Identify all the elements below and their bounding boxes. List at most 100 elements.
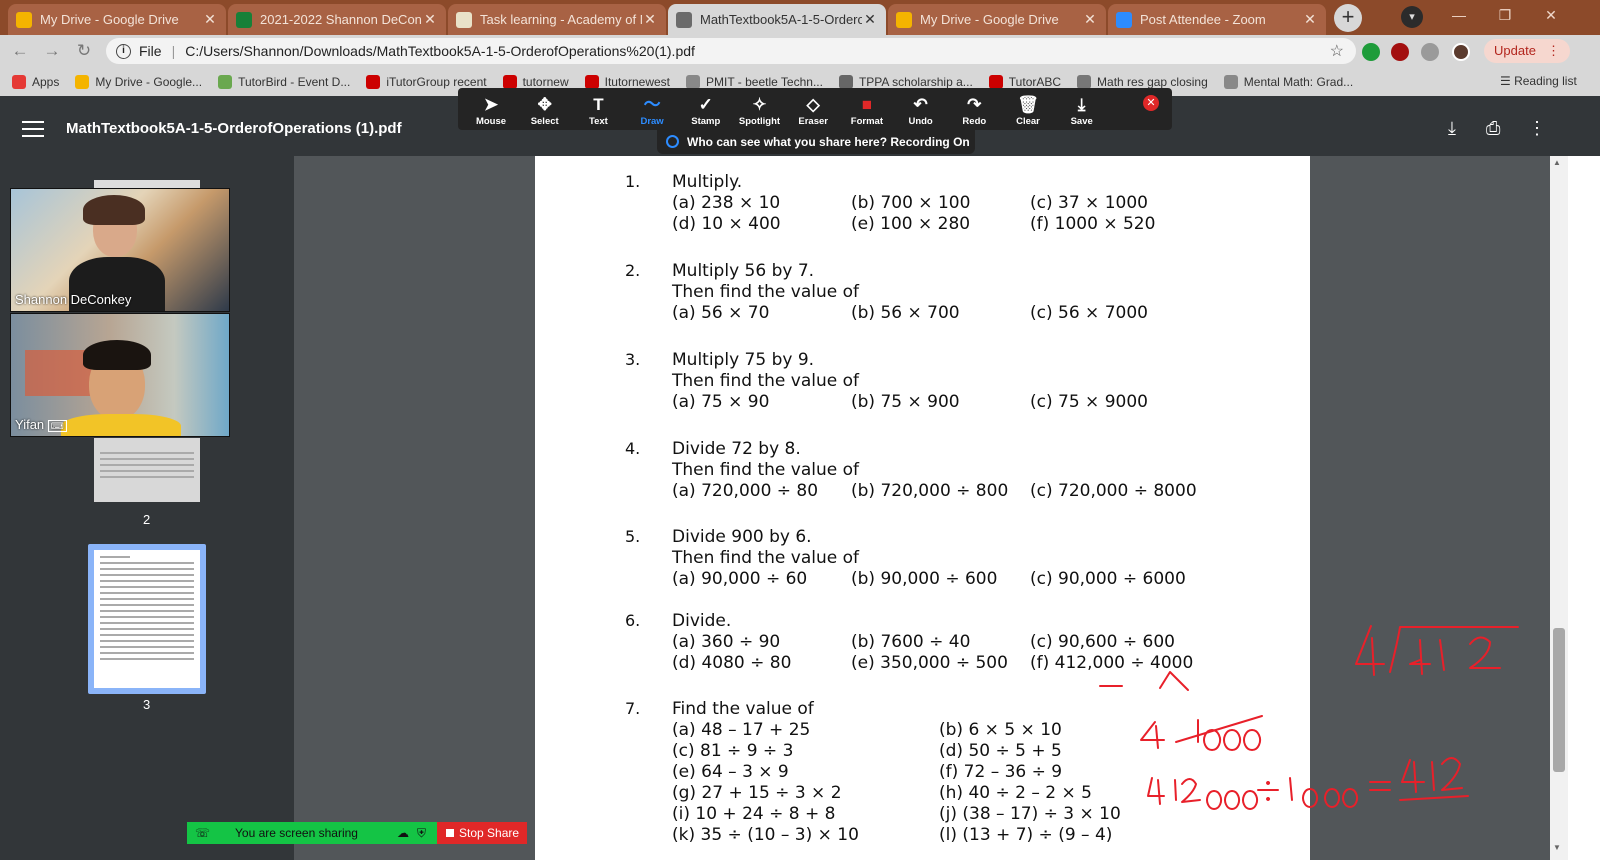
- annotation-tool-clear[interactable]: 🗑 Clear: [1001, 95, 1055, 127]
- problem-item: (c) 81 ÷ 9 ÷ 3: [672, 741, 794, 761]
- annotation-tool-stamp[interactable]: ✓ Stamp: [679, 95, 733, 127]
- bookmark-item[interactable]: Math res gap closing: [1077, 74, 1208, 89]
- tab-close-icon[interactable]: ✕: [1082, 11, 1098, 28]
- annotation-tool-spotlight[interactable]: ✧ Spotlight: [733, 95, 787, 127]
- page-thumbnail-2[interactable]: [94, 438, 200, 502]
- tab-close-icon[interactable]: ✕: [1302, 11, 1318, 28]
- forward-icon[interactable]: →: [40, 41, 64, 61]
- annotation-tool-label: Eraser: [798, 116, 828, 127]
- problem-number: 5.: [625, 527, 641, 546]
- problem-item: (b) 56 × 700: [851, 303, 960, 323]
- bookmark-item[interactable]: Mental Math: Grad...: [1223, 74, 1353, 89]
- bookmark-item[interactable]: My Drive - Google...: [75, 74, 203, 89]
- more-options-icon[interactable]: ⋮: [1528, 118, 1546, 139]
- bookmark-item[interactable]: PMIT - beetle Techn...: [686, 74, 823, 89]
- url-scheme: File: [139, 43, 162, 59]
- bookmark-item[interactable]: iTutorGroup recent: [366, 74, 487, 89]
- download-icon[interactable]: ⤓: [1448, 118, 1456, 139]
- tab-close-icon[interactable]: ✕: [642, 11, 658, 28]
- tab-4[interactable]: MathTextbook5A-1-5-Ordero ✕: [668, 4, 886, 35]
- bookmark-item[interactable]: TutorABC: [988, 74, 1062, 89]
- bookmark-item[interactable]: Itutornewest: [584, 74, 670, 89]
- problem-item: (h) 40 ÷ 2 – 2 × 5: [939, 783, 1092, 803]
- caption-icon: ⌨: [47, 420, 67, 432]
- problem-item: (b) 75 × 900: [851, 392, 960, 412]
- close-annotation-icon[interactable]: ✕: [1143, 95, 1159, 111]
- menu-kebab-icon[interactable]: ⋮: [1547, 39, 1560, 63]
- ublock-icon[interactable]: [1391, 43, 1409, 61]
- minimize-icon[interactable]: —: [1436, 0, 1482, 30]
- tab-title: My Drive - Google Drive: [920, 12, 1059, 27]
- profile-avatar[interactable]: [1452, 43, 1470, 61]
- problem-instruction: Divide.: [672, 611, 732, 631]
- problem-instruction: Multiply 75 by 9.: [672, 350, 815, 370]
- new-tab-icon[interactable]: +: [1334, 4, 1362, 32]
- maximize-icon[interactable]: ❐: [1482, 0, 1528, 30]
- annotation-tool-eraser[interactable]: ◇ Eraser: [786, 95, 840, 127]
- extension-icon[interactable]: [1362, 43, 1380, 61]
- google-sheets-icon: [236, 11, 252, 28]
- scroll-down-icon[interactable]: ▼: [1553, 843, 1561, 852]
- problem-item: (a) 720,000 ÷ 80: [672, 481, 819, 501]
- close-window-icon[interactable]: ✕: [1528, 0, 1574, 30]
- problem-number: 3.: [625, 350, 641, 369]
- video-tile-student[interactable]: Yifan ⌨: [10, 313, 230, 437]
- tab-close-icon[interactable]: ✕: [422, 11, 438, 28]
- annotation-tool-save[interactable]: ⤓ Save: [1055, 95, 1109, 127]
- annotation-tool-format[interactable]: ■ Format: [840, 95, 894, 127]
- back-icon[interactable]: ←: [8, 41, 32, 61]
- video-tile-teacher[interactable]: Shannon DeConkey: [10, 188, 230, 312]
- annotation-tool-redo[interactable]: ↷ Redo: [947, 95, 1001, 127]
- annotation-tool-mouse[interactable]: ➤ Mouse: [464, 95, 518, 127]
- problem-item: (c) 75 × 9000: [1030, 392, 1148, 412]
- bookmark-item[interactable]: tutornew: [502, 74, 569, 89]
- share-status: You are screen sharing: [235, 826, 358, 840]
- tab-search-icon[interactable]: ▾: [1401, 6, 1423, 28]
- address-bar[interactable]: i File | C:/Users/Shannon/Downloads/Math…: [106, 38, 1356, 64]
- puzzle-icon[interactable]: [1421, 43, 1439, 61]
- problem-item: (e) 350,000 ÷ 500: [851, 653, 1008, 673]
- scroll-up-icon[interactable]: ▲: [1553, 158, 1561, 167]
- sidebar-toggle-icon[interactable]: [22, 121, 44, 142]
- bookmark-item[interactable]: TutorBird - Event D...: [218, 74, 350, 89]
- screen-share-bar[interactable]: ☏ You are screen sharing ☁ ⛨: [187, 822, 437, 844]
- problem-item: (a) 56 × 70: [672, 303, 770, 323]
- reload-icon[interactable]: ↻: [72, 41, 96, 61]
- bookmark-label: tutornew: [522, 74, 569, 89]
- recording-notice[interactable]: Who can see what you share here? Recordi…: [657, 130, 975, 154]
- bookmark-label: TutorABC: [1008, 74, 1062, 89]
- tab-close-icon[interactable]: ✕: [862, 11, 878, 28]
- problem-instruction: Divide 72 by 8.: [672, 439, 801, 459]
- annotation-tool-draw[interactable]: 〜 Draw: [625, 95, 679, 127]
- info-icon[interactable]: i: [116, 43, 131, 59]
- tab-5[interactable]: My Drive - Google Drive ✕: [888, 4, 1106, 35]
- problem-item: (i) 10 + 24 ÷ 8 + 8: [672, 804, 836, 824]
- page-thumbnail-1[interactable]: [94, 180, 200, 188]
- page-thumbnail-3[interactable]: [94, 550, 200, 688]
- tab-2[interactable]: 2021-2022 Shannon DeConke ✕: [228, 4, 446, 35]
- tab-close-icon[interactable]: ✕: [202, 11, 218, 28]
- reading-list-link[interactable]: ☰ Reading list: [1500, 74, 1577, 88]
- tab-title: MathTextbook5A-1-5-Ordero: [700, 12, 862, 27]
- tab-1[interactable]: My Drive - Google Drive ✕: [8, 4, 226, 35]
- annotation-tool-text[interactable]: T Text: [571, 95, 625, 127]
- problem-item: (b) 7600 ÷ 40: [851, 632, 971, 652]
- bookmark-item[interactable]: TPPA scholarship a...: [838, 74, 973, 89]
- tab-3[interactable]: Task learning - Academy of N ✕: [448, 4, 666, 35]
- bookmark-favicon-icon: [1077, 74, 1092, 89]
- update-button[interactable]: Update ⋮: [1484, 39, 1570, 63]
- print-icon[interactable]: ⎙: [1486, 118, 1500, 139]
- bookmark-label: Apps: [32, 74, 60, 89]
- problem-instruction: Multiply.: [672, 172, 743, 192]
- bookmark-favicon-icon: [584, 74, 599, 89]
- scrollbar-thumb[interactable]: [1553, 628, 1565, 772]
- bookmark-star-icon[interactable]: ☆: [1330, 41, 1344, 61]
- annotation-tool-label: Undo: [908, 116, 933, 127]
- annotation-tool-select[interactable]: ✥ Select: [518, 95, 572, 127]
- bookmark-label: My Drive - Google...: [95, 74, 203, 89]
- bookmark-favicon-icon: [366, 74, 381, 89]
- bookmark-item[interactable]: Apps: [12, 74, 60, 89]
- tab-6[interactable]: Post Attendee - Zoom ✕: [1108, 4, 1326, 35]
- stop-share-button[interactable]: Stop Share: [437, 822, 527, 844]
- annotation-tool-undo[interactable]: ↶ Undo: [894, 95, 948, 127]
